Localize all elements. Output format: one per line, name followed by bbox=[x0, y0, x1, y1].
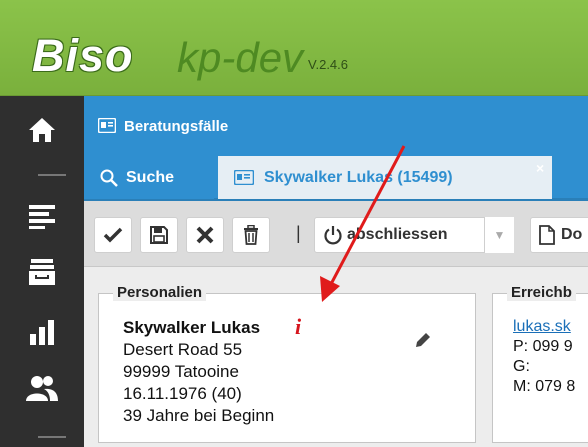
check-icon bbox=[103, 227, 123, 243]
document-icon bbox=[539, 225, 555, 245]
document-label: Do bbox=[561, 226, 583, 243]
id-card-icon bbox=[98, 118, 116, 133]
page-title: Beratungsfälle bbox=[124, 118, 229, 135]
save-button[interactable] bbox=[140, 217, 178, 253]
sidebar-divider bbox=[38, 174, 66, 176]
email-link[interactable]: lukas.sk bbox=[513, 318, 571, 336]
sidebar-item-users[interactable] bbox=[0, 360, 84, 416]
sidebar-item-stats[interactable] bbox=[0, 304, 84, 360]
confirm-button[interactable] bbox=[94, 217, 132, 253]
sidebar-item-archive[interactable] bbox=[0, 244, 84, 300]
tab-close-icon[interactable]: × bbox=[536, 160, 544, 176]
users-icon bbox=[26, 376, 58, 401]
sidebar-divider bbox=[38, 436, 66, 438]
content-area: Personalien Skywalker Lukas i Desert Roa… bbox=[84, 267, 588, 447]
address-line-1: Desert Road 55 bbox=[123, 340, 243, 359]
sidebar-item-list[interactable] bbox=[0, 188, 84, 244]
section-titlebar: Beratungsfälle bbox=[84, 96, 588, 156]
pencil-icon[interactable] bbox=[414, 331, 432, 349]
home-icon bbox=[29, 118, 55, 142]
environment-label: kp-dev bbox=[177, 34, 304, 81]
caret-down-icon: ▼ bbox=[493, 228, 506, 242]
close-case-dropdown[interactable]: ▼ bbox=[484, 217, 514, 253]
app-header: Biso kp-dev V.2.4.6 bbox=[0, 0, 588, 96]
erreichbarkeit-legend: Erreichb bbox=[507, 284, 576, 301]
toolbar: | abschliessen ▼ Do bbox=[84, 201, 588, 267]
brand-logo[interactable]: Biso bbox=[32, 30, 134, 82]
tab-search[interactable]: Suche bbox=[84, 156, 214, 199]
personalien-card: Personalien Skywalker Lukas i Desert Roa… bbox=[98, 284, 476, 443]
inbox-icon bbox=[29, 259, 55, 285]
birth-date: 16.11.1976 (40) bbox=[123, 384, 242, 403]
erreichbarkeit-card: Erreichb lukas.sk P: 099 9 G: M: 079 8 bbox=[492, 284, 588, 443]
sidebar bbox=[0, 96, 84, 447]
tab-bar: Suche Skywalker Lukas (15499) × bbox=[84, 156, 588, 201]
tab-record-label: Skywalker Lukas (15499) bbox=[264, 168, 453, 186]
phone-private: P: 099 9 bbox=[513, 338, 573, 355]
tab-search-label: Suche bbox=[126, 168, 175, 186]
power-icon bbox=[324, 226, 342, 245]
list-icon bbox=[29, 205, 55, 229]
age-at-start: 39 Jahre bei Beginn bbox=[123, 406, 275, 425]
bar-chart-icon bbox=[30, 320, 54, 345]
cancel-button[interactable] bbox=[186, 217, 224, 253]
version-label: V.2.4.6 bbox=[308, 57, 349, 72]
personalien-legend: Personalien bbox=[113, 284, 207, 301]
floppy-icon bbox=[150, 226, 168, 244]
phone-mobile: M: 079 8 bbox=[513, 378, 576, 395]
id-card-icon bbox=[234, 170, 254, 185]
sidebar-item-home[interactable] bbox=[0, 102, 84, 158]
close-icon bbox=[196, 226, 214, 244]
toolbar-divider: | bbox=[296, 223, 301, 243]
search-icon bbox=[100, 169, 118, 187]
phone-business: G: bbox=[513, 358, 530, 375]
document-button[interactable]: Do bbox=[530, 217, 588, 253]
close-case-label: abschliessen bbox=[347, 226, 448, 243]
delete-button[interactable] bbox=[232, 217, 270, 253]
address-line-2: 99999 Tatooine bbox=[123, 362, 239, 381]
person-name: Skywalker Lukas bbox=[123, 318, 261, 337]
info-icon[interactable]: i bbox=[295, 314, 301, 340]
trash-icon bbox=[244, 225, 258, 245]
tab-record[interactable]: Skywalker Lukas (15499) bbox=[218, 156, 552, 199]
